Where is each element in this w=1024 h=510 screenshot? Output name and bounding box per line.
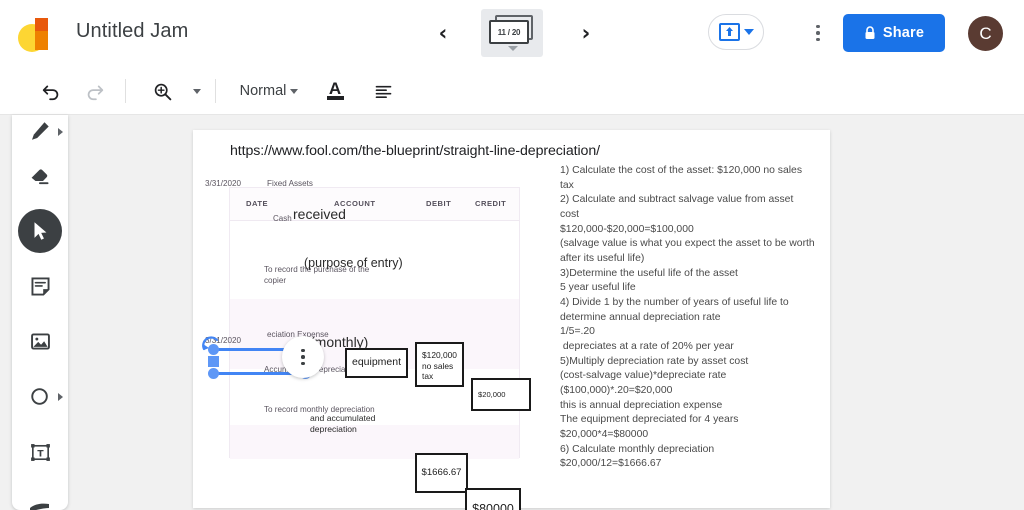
selection-handle-bottom[interactable] <box>208 368 219 379</box>
annotation-received: received <box>293 206 346 222</box>
box-cost[interactable]: $120,000 no sales tax <box>415 342 464 387</box>
chevron-right-icon: › <box>581 20 591 45</box>
jam-frame[interactable]: https://www.fool.com/the-blueprint/strai… <box>193 130 830 510</box>
box-salvage[interactable]: $20,000 <box>471 378 531 411</box>
circle-shape-icon <box>30 387 48 405</box>
share-label: Share <box>882 25 925 41</box>
present-upload-icon <box>718 23 740 41</box>
avatar[interactable]: C <box>968 16 1003 51</box>
shape-tool[interactable] <box>18 374 63 418</box>
zoom-button[interactable] <box>147 76 177 106</box>
box-accumulated[interactable]: $80000 <box>465 488 521 510</box>
selection-context-menu-button[interactable] <box>282 336 324 378</box>
jamboard-logo-icon <box>16 10 62 56</box>
undo-arrow-icon <box>42 85 59 101</box>
laser-pointer-icon <box>30 503 49 510</box>
select-tool[interactable] <box>18 209 62 253</box>
laser-pointer-tool[interactable] <box>18 483 62 510</box>
chevron-down-icon <box>743 29 754 35</box>
svg-text:T: T <box>37 449 44 459</box>
pen-icon <box>32 122 49 140</box>
image-tool[interactable] <box>18 319 62 363</box>
background-label: Normal <box>239 83 287 99</box>
selection-overlay <box>201 335 331 380</box>
zoom-dropdown-button[interactable] <box>186 76 208 106</box>
eraser-tool[interactable] <box>18 153 62 197</box>
redo-arrow-icon <box>87 85 104 101</box>
formatting-toolbar: Normal A <box>0 66 1024 115</box>
app-header: Untitled Jam ‹ 11 / 20 › Share C <box>0 0 1024 66</box>
chevron-down-icon <box>290 88 299 94</box>
present-button[interactable] <box>708 14 764 50</box>
box-monthly-depreciation[interactable]: $1666.67 <box>415 453 468 493</box>
frame-indicator[interactable]: 11 / 20 <box>481 9 543 57</box>
canvas-area[interactable]: https://www.fool.com/the-blueprint/strai… <box>0 115 1024 510</box>
previous-frame-button[interactable]: ‹ <box>427 17 459 49</box>
frame-counter-label: 11 / 20 <box>497 27 521 37</box>
chevron-down-icon <box>193 88 201 94</box>
jamboard-app: Untitled Jam ‹ 11 / 20 › Share C Normal … <box>0 0 1024 510</box>
eraser-icon <box>31 169 49 185</box>
zoom-in-magnifier-icon <box>154 83 171 100</box>
text-box-icon: T <box>30 443 50 461</box>
align-left-icon <box>375 85 391 98</box>
text-color-label: A <box>328 78 342 98</box>
column-header-debit: DEBIT <box>426 199 452 208</box>
cell-date-1: 3/31/2020 <box>205 179 242 188</box>
selection-handle-top[interactable] <box>208 344 219 355</box>
chevron-down-icon <box>508 46 518 51</box>
redo-button[interactable] <box>80 76 110 106</box>
source-url-text: https://www.fool.com/the-blueprint/strai… <box>230 143 600 159</box>
chevron-right-icon <box>58 393 63 401</box>
sticky-note-tool[interactable] <box>18 264 62 308</box>
annotation-purpose-of-entry: (purpose of entry) <box>304 256 403 270</box>
toolbar-divider <box>215 79 216 103</box>
more-options-button[interactable] <box>806 18 830 48</box>
toolbar-divider <box>125 79 126 103</box>
align-button[interactable] <box>368 76 398 106</box>
cell-fixed-assets: Fixed Assets <box>267 179 313 188</box>
pen-tool[interactable] <box>18 109 63 153</box>
chevron-left-icon: ‹ <box>438 20 448 45</box>
chevron-right-icon <box>58 128 63 136</box>
sticky-note-icon <box>30 276 50 296</box>
background-dropdown[interactable]: Normal <box>233 76 305 106</box>
annotation-and-accumulated-depreciation: and accumulated depreciation <box>310 413 376 435</box>
kebab-menu-icon <box>301 348 305 353</box>
lock-icon <box>865 26 875 39</box>
kebab-menu-icon <box>816 24 820 29</box>
text-box-tool[interactable]: T <box>18 430 62 474</box>
column-header-credit: CREDIT <box>475 199 507 208</box>
image-icon <box>30 332 50 350</box>
next-frame-button[interactable]: › <box>570 17 602 49</box>
cursor-arrow-icon <box>34 222 47 240</box>
column-header-date: DATE <box>246 199 269 208</box>
share-button[interactable]: Share <box>843 14 945 52</box>
selection-handle-middle[interactable] <box>208 356 219 367</box>
undo-button[interactable] <box>36 76 66 106</box>
document-title[interactable]: Untitled Jam <box>76 20 188 43</box>
color-swatch <box>326 95 344 100</box>
box-equipment[interactable]: equipment <box>345 348 408 378</box>
explanation-text-block[interactable]: 1) Calculate the cost of the asset: $120… <box>560 164 815 472</box>
tool-rail: T <box>12 115 68 510</box>
text-color-button[interactable]: A <box>320 76 350 106</box>
cell-cash: Cash <box>273 214 292 223</box>
frame-counter: 11 / 20 <box>489 20 529 44</box>
